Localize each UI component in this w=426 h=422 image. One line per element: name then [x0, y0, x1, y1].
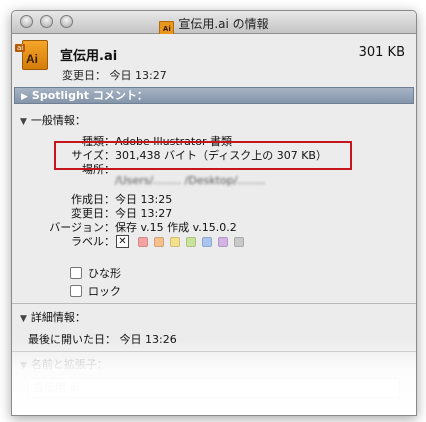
more-info-header[interactable]: ▼ 詳細情報：: [20, 309, 86, 325]
name-extension-label: 名前と拡張子：: [30, 358, 108, 371]
file-name: 宣伝用.ai: [60, 49, 118, 64]
label-row: ラベル：: [12, 233, 115, 249]
label-orange-swatch[interactable]: [154, 237, 164, 247]
ai-badge: ai: [15, 44, 26, 52]
general-info-label: 一般情報：: [30, 114, 86, 127]
name-extension-header[interactable]: ▼ 名前と拡張子：: [20, 356, 108, 372]
file-icon-label: Ai: [26, 52, 38, 66]
label-yellow-swatch[interactable]: [170, 237, 180, 247]
locked-checkbox[interactable]: ロック: [70, 283, 121, 299]
stationery-label: ひな形: [88, 267, 121, 280]
label-purple-swatch[interactable]: [218, 237, 228, 247]
file-name-input[interactable]: 宣伝用.ai: [28, 378, 400, 398]
stationery-checkbox[interactable]: ひな形: [70, 265, 121, 281]
disclosure-triangle-down-icon[interactable]: ▼: [20, 117, 27, 127]
stationery-checkbox-box[interactable]: [70, 267, 82, 279]
spotlight-comments-section[interactable]: ▶ Spotlight コメント：: [14, 87, 414, 104]
illustrator-document-icon: ai Ai: [15, 40, 48, 70]
section-divider: [12, 303, 416, 304]
disclosure-triangle-down-icon[interactable]: ▼: [20, 361, 27, 371]
locked-label: ロック: [88, 285, 121, 298]
file-size: 301 KB: [358, 45, 405, 60]
disclosure-triangle-right-icon[interactable]: ▶: [21, 90, 28, 105]
version-value: 保存 v.15 作成 v.15.0.2: [115, 221, 237, 234]
file-header: ai Ai 宣伝用.ai 301 KB 変更日： 今日 13:27: [12, 34, 416, 88]
disclosure-triangle-down-icon[interactable]: ▼: [20, 314, 27, 324]
label-red-swatch[interactable]: [138, 237, 148, 247]
general-info-header[interactable]: ▼ 一般情報：: [20, 112, 86, 128]
info-window: Ai 宣伝用.ai の情報 ai Ai 宣伝用.ai 301 KB 変更日： 今日…: [11, 10, 417, 416]
more-info-label: 詳細情報：: [30, 311, 86, 324]
label-key: ラベル：: [71, 235, 115, 248]
locked-checkbox-box[interactable]: [70, 285, 82, 297]
title-bar[interactable]: Ai 宣伝用.ai の情報: [12, 11, 416, 38]
label-green-swatch[interactable]: [186, 237, 196, 247]
header-modified-date: 変更日： 今日 13:27: [62, 69, 167, 82]
spotlight-label: Spotlight コメント：: [31, 89, 148, 102]
section-divider: [12, 351, 416, 352]
label-none-button[interactable]: ✕: [116, 235, 129, 248]
where-value: /Users/........ /Desktop/........: [115, 174, 266, 187]
window-title-text: 宣伝用.ai の情報: [178, 17, 269, 31]
last-opened-row: 最後に開いた日： 今日 13:26: [28, 333, 177, 346]
label-gray-swatch[interactable]: [234, 237, 244, 247]
label-blue-swatch[interactable]: [202, 237, 212, 247]
size-highlight-box: [54, 141, 352, 170]
